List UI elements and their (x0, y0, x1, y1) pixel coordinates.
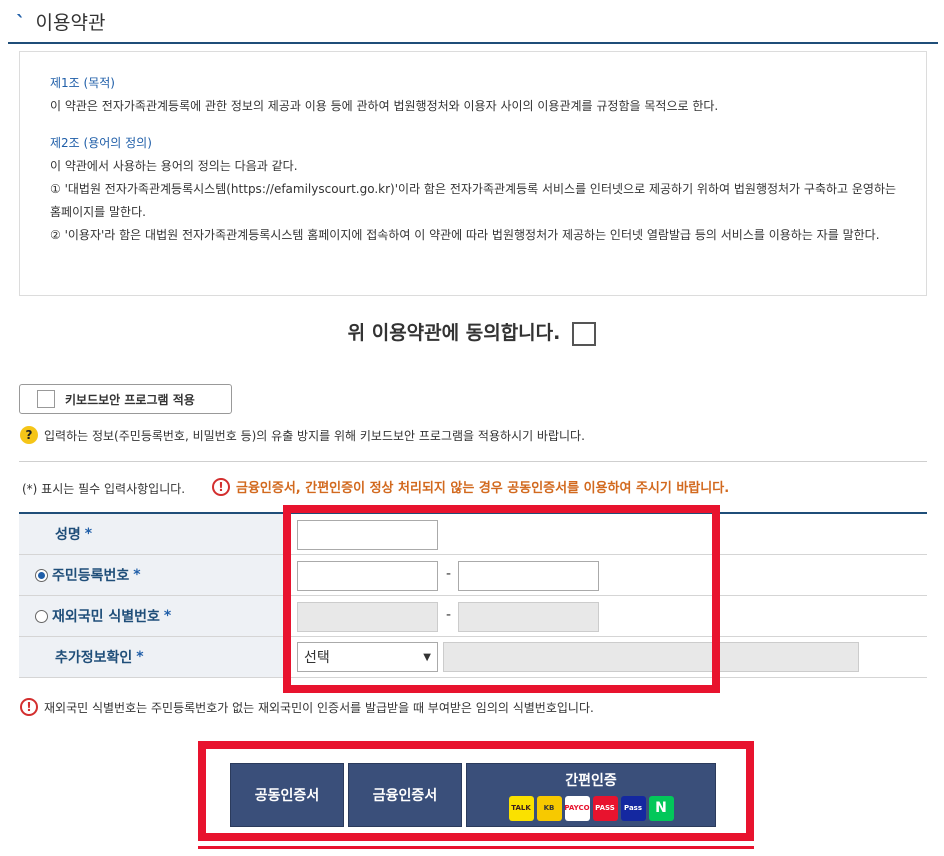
extra-label: 추가정보확인 * (19, 637, 287, 677)
keyboard-notice: ? 입력하는 정보(주민등록번호, 비밀번호 등)의 유출 방지를 위해 키보드… (20, 426, 585, 444)
agree-label: 위 이용약관에 동의합니다. (347, 322, 561, 344)
section-divider (8, 42, 938, 44)
keyboard-notice-text: 입력하는 정보(주민등록번호, 비밀번호 등)의 유출 방지를 위해 키보드보안… (44, 428, 585, 443)
divider (19, 461, 927, 462)
exclamation-icon: ! (212, 477, 230, 496)
foreign-label[interactable]: 재외국민 식별번호 * (19, 596, 287, 636)
required-star: * (163, 608, 172, 624)
keyboard-security-label: 키보드보안 프로그램 적용 (65, 392, 195, 407)
terms-box[interactable]: 제1조 (목적) 이 약관은 전자가족관계등록에 관한 정보의 제공과 이용 등… (19, 51, 927, 296)
required-star: * (133, 567, 141, 583)
highlight-underline (198, 846, 754, 849)
agree-checkbox[interactable] (572, 321, 597, 346)
highlight-box-form (283, 505, 720, 693)
article2-item2: ② '이용자'라 함은 대법원 전자가족관계등록시스템 홈페이지에 접속하여 이… (50, 228, 880, 242)
title-bullet-icon: ˋ (16, 12, 26, 34)
article1-body: 이 약관은 전자가족관계등록에 관한 정보의 제공과 이용 등에 관하여 법원행… (50, 99, 719, 113)
article2-title: 제2조 (용어의 정의) (50, 136, 152, 150)
cert-warning-text: 금융인증서, 간편인증이 정상 처리되지 않는 경우 공동인증서를 이용하여 주… (236, 481, 730, 496)
foreign-radio[interactable] (35, 609, 48, 623)
section-title-text: 이용약관 (35, 12, 106, 34)
section-title: ˋ 이용약관 (16, 8, 105, 35)
article2-item1: ① '대법원 전자가족관계등록시스템(https://efamilyscourt… (50, 182, 897, 219)
foreign-info: ! 재외국민 식별번호는 주민등록번호가 없는 재외국민이 인증서를 발급받을 … (20, 698, 594, 716)
rrn-radio[interactable] (35, 568, 48, 582)
article1-title: 제1조 (목적) (50, 76, 115, 90)
agree-row: 위 이용약관에 동의합니다. (0, 318, 944, 346)
rrn-label[interactable]: 주민등록번호 * (19, 555, 287, 595)
required-note: (*) 표시는 필수 입력사항입니다. (22, 482, 186, 496)
question-icon: ? (20, 426, 38, 444)
cert-warning: ! 금융인증서, 간편인증이 정상 처리되지 않는 경우 공동인증서를 이용하여… (212, 477, 729, 496)
keyboard-security-checkbox[interactable] (37, 390, 55, 408)
keyboard-security-button[interactable]: 키보드보안 프로그램 적용 (19, 384, 232, 414)
foreign-info-text: 재외국민 식별번호는 주민등록번호가 없는 재외국민이 인증서를 발급받을 때 … (44, 700, 594, 715)
highlight-box-buttons (198, 741, 754, 841)
required-star: * (84, 526, 93, 542)
exclamation-icon: ! (20, 698, 38, 716)
required-star: * (136, 649, 144, 665)
article2-body: 이 약관에서 사용하는 용어의 정의는 다음과 같다. (50, 159, 298, 173)
name-label: 성명 * (19, 514, 287, 554)
